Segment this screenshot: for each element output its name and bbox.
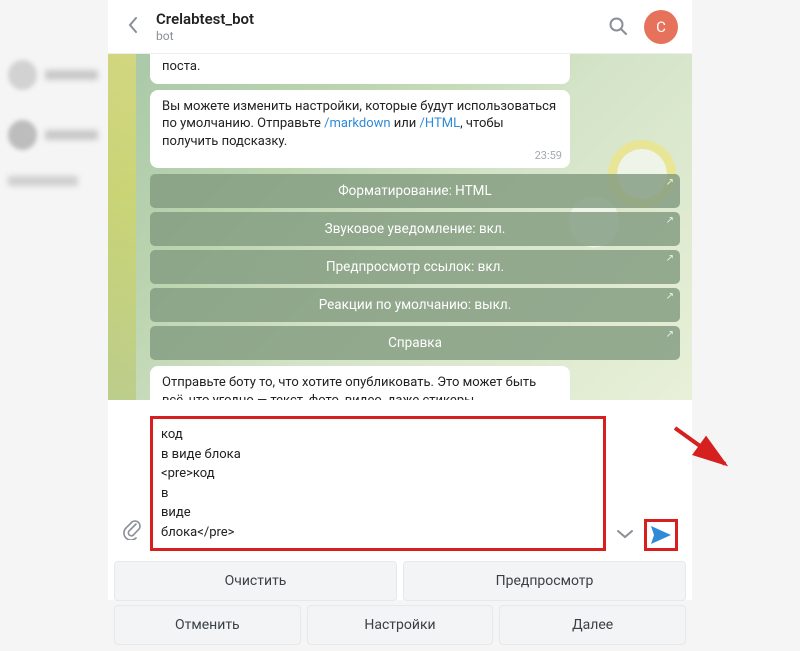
message-bubble: Вы можете изменить настройки, которые бу… [150,90,570,169]
message-bubble: поста. [150,54,570,84]
send-button-highlight [644,519,678,551]
send-button[interactable] [650,525,672,545]
inline-button-preview[interactable]: Предпросмотр ссылок: вкл.↗ [150,250,680,284]
message-bubble: Отправьте боту то, что хотите опубликова… [150,366,570,400]
reply-button-cancel[interactable]: Отменить [114,605,301,645]
message-text-tail: поста. [162,59,200,74]
message-time: 23:59 [535,149,562,164]
chat-subtitle: bot [156,29,608,43]
message-text: или [391,116,420,131]
reply-keyboard: Очистить Предпросмотр Отменить Настройки… [108,561,692,651]
inline-button-sound[interactable]: Звуковое уведомление: вкл.↗ [150,212,680,246]
chat-title: Crelabtest_bot [156,10,608,28]
search-icon[interactable] [608,16,630,38]
inline-keyboard: Форматирование: HTML↗ Звуковое уведомлен… [150,174,680,360]
back-icon[interactable] [122,17,144,37]
external-icon: ↗ [666,177,674,188]
attach-icon[interactable] [122,518,142,551]
avatar-letter: C [656,18,666,36]
reply-button-settings[interactable]: Настройки [307,605,494,645]
chat-window: Crelabtest_bot bot C поста. Вы можете из… [108,0,692,600]
chat-title-block[interactable]: Crelabtest_bot bot [156,10,608,43]
reply-button-clear[interactable]: Очистить [114,561,397,601]
external-icon: ↗ [666,253,674,264]
chat-area[interactable]: поста. Вы можете изменить настройки, кот… [108,54,692,400]
reply-button-next[interactable]: Далее [499,605,686,645]
external-icon: ↗ [666,329,674,340]
external-icon: ↗ [666,291,674,302]
compose-area: код в виде блока <pre>код в виде блока</… [108,400,692,557]
decorative-strip [108,54,136,400]
sidebar-blurred [8,60,98,200]
external-icon: ↗ [666,215,674,226]
chat-header: Crelabtest_bot bot C [108,0,692,54]
avatar[interactable]: C [644,10,678,44]
chevron-down-icon[interactable] [614,524,636,551]
markdown-link[interactable]: /markdown [324,116,390,131]
inline-button-help[interactable]: Справка↗ [150,326,680,360]
reply-button-preview[interactable]: Предпросмотр [403,561,686,601]
html-link[interactable]: /HTML [420,116,461,131]
message-input[interactable]: код в виде блока <pre>код в виде блока</… [150,416,606,551]
message-text: Отправьте боту то, что хотите опубликова… [162,375,536,400]
inline-button-formatting[interactable]: Форматирование: HTML↗ [150,174,680,208]
inline-button-reactions[interactable]: Реакции по умолчанию: выкл.↗ [150,288,680,322]
